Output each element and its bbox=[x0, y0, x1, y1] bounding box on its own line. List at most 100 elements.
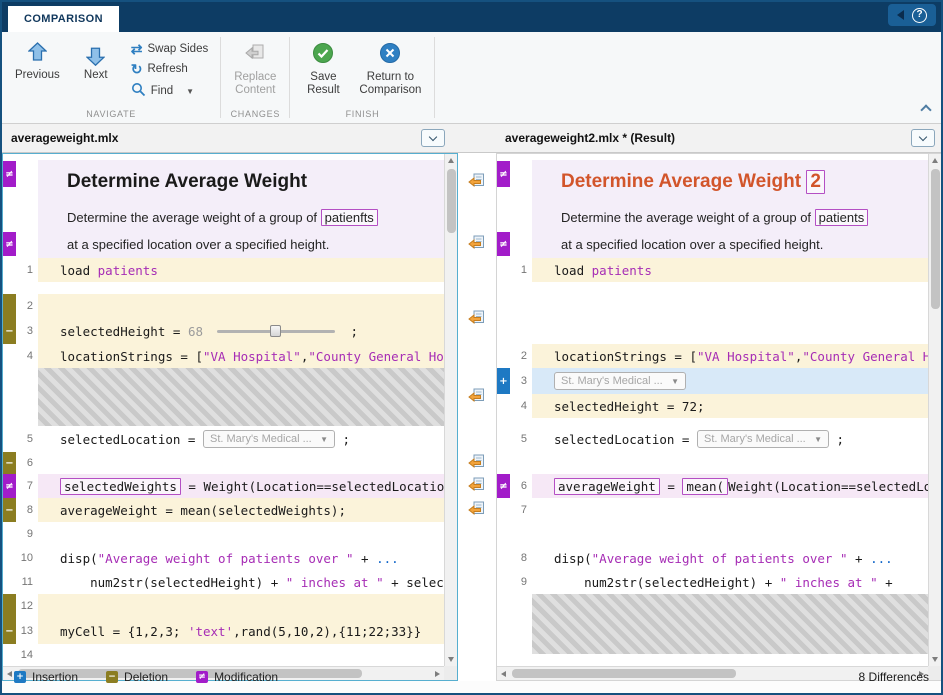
editor-row bbox=[497, 522, 928, 546]
chevron-down-icon[interactable]: ▼ bbox=[186, 87, 194, 96]
copy-change-button[interactable] bbox=[468, 388, 486, 404]
legend-insertion: + Insertion bbox=[14, 670, 78, 684]
editor-row: 1load patients bbox=[497, 258, 928, 282]
swap-sides-button[interactable]: ⇄ Swap Sides bbox=[127, 41, 212, 57]
chevron-down-icon bbox=[919, 132, 927, 140]
left-editor: ≠Determine Average WeightDetermine the a… bbox=[3, 154, 444, 666]
code-line: locationStrings = ["VA Hospital","County… bbox=[532, 344, 928, 368]
marker-column bbox=[3, 426, 16, 452]
copy-change-button[interactable] bbox=[468, 173, 486, 189]
code-segment: ; bbox=[829, 432, 844, 447]
scrollbar-thumb[interactable] bbox=[447, 169, 456, 233]
copy-change-button[interactable] bbox=[468, 454, 486, 470]
code-segment: Weight(Location==selectedLocation & Heig… bbox=[728, 479, 928, 494]
editor-row: −3selectedHeight = 68 ; bbox=[3, 318, 444, 344]
titlebar: COMPARISON ? bbox=[2, 2, 941, 32]
chevron-down-icon: ▼ bbox=[671, 377, 679, 386]
diff-marker-mod: ≠ bbox=[3, 232, 16, 256]
editor-row: Determine the average weight of a group … bbox=[497, 204, 928, 231]
code-segment: "Average weight of patients over " bbox=[98, 551, 354, 566]
slider-thumb[interactable] bbox=[270, 325, 281, 337]
left-pane-menu-button[interactable] bbox=[421, 129, 445, 147]
scrollbar-corner bbox=[928, 666, 941, 680]
right-vertical-scrollbar[interactable] bbox=[928, 154, 941, 666]
help-icon[interactable]: ? bbox=[912, 8, 927, 23]
scroll-left-button[interactable] bbox=[497, 667, 510, 680]
code-segment: patients bbox=[592, 263, 652, 278]
line-number: 13 bbox=[16, 618, 38, 644]
code-segment: = bbox=[660, 479, 683, 494]
code-line: disp("Average weight of patients over " … bbox=[38, 546, 444, 570]
dropdown-value: St. Mary's Medical ... bbox=[704, 433, 806, 445]
scrollbar-thumb[interactable] bbox=[931, 169, 940, 309]
header-gap bbox=[458, 124, 496, 152]
right-pane-header: averageweight2.mlx * (Result) bbox=[496, 124, 941, 152]
marker-column: ≠ bbox=[497, 160, 510, 204]
comparison-window: COMPARISON ? Previous bbox=[0, 0, 943, 695]
scroll-up-button[interactable] bbox=[445, 154, 457, 167]
line-number: 1 bbox=[16, 258, 38, 282]
left-pane: ≠Determine Average WeightDetermine the a… bbox=[2, 153, 458, 681]
legend-deletion-label: Deletion bbox=[124, 670, 168, 684]
replace-content-icon bbox=[244, 42, 266, 68]
save-result-button[interactable]: SaveResult bbox=[298, 39, 348, 101]
code-segment: load bbox=[60, 263, 98, 278]
arrow-up-icon bbox=[28, 42, 47, 66]
code-segment: disp( bbox=[60, 551, 98, 566]
editor-row: ≠at a specified location over a specifie… bbox=[3, 231, 444, 258]
code-segment: ; bbox=[343, 324, 358, 339]
replace-content-button[interactable]: ReplaceContent bbox=[229, 39, 281, 101]
tab-comparison[interactable]: COMPARISON bbox=[8, 6, 119, 32]
line-number: 3 bbox=[16, 318, 38, 344]
code-line: St. Mary's Medical ...▼ bbox=[532, 368, 928, 394]
marker-column: − bbox=[3, 318, 16, 344]
copy-change-button[interactable] bbox=[468, 235, 486, 251]
left-vertical-scrollbar[interactable] bbox=[444, 154, 457, 666]
line-number: 6 bbox=[16, 452, 38, 474]
merge-arrow-icon bbox=[468, 454, 485, 469]
slider-control[interactable] bbox=[217, 323, 335, 339]
help-group[interactable]: ? bbox=[888, 4, 936, 26]
marker-column: − bbox=[3, 452, 16, 474]
previous-button[interactable]: Previous bbox=[10, 39, 65, 85]
dropdown-control[interactable]: St. Mary's Medical ...▼ bbox=[554, 372, 686, 390]
editor-row: 1 load patients bbox=[3, 258, 444, 282]
code-line bbox=[532, 498, 928, 522]
line-number bbox=[16, 204, 38, 231]
diff-token: patienfts bbox=[321, 209, 378, 226]
marker-column bbox=[3, 546, 16, 570]
code-segment: , bbox=[301, 349, 309, 364]
find-button[interactable]: Find ▼ bbox=[127, 81, 212, 101]
replace-label: ReplaceContent bbox=[234, 71, 276, 97]
scroll-up-button[interactable] bbox=[929, 154, 941, 167]
refresh-button[interactable]: ↻ Refresh bbox=[127, 61, 212, 77]
dropdown-control[interactable]: St. Mary's Medical ...▼ bbox=[203, 430, 335, 448]
code-segment: patients bbox=[98, 263, 158, 278]
next-button[interactable]: Next bbox=[71, 39, 121, 85]
copy-change-button[interactable] bbox=[468, 477, 486, 493]
modification-icon: ≠ bbox=[196, 671, 208, 683]
copy-change-button[interactable] bbox=[468, 310, 486, 326]
line-number bbox=[510, 160, 532, 204]
merge-arrow-icon bbox=[468, 388, 485, 403]
left-file-title: averageweight.mlx bbox=[11, 131, 118, 145]
marker-column bbox=[497, 570, 510, 594]
dropdown-control[interactable]: St. Mary's Medical ...▼ bbox=[697, 430, 829, 448]
return-to-comparison-button[interactable]: Return toComparison bbox=[354, 39, 426, 101]
right-pane-menu-button[interactable] bbox=[911, 129, 935, 147]
code-segment: num2str(selectedHeight) + bbox=[60, 575, 286, 590]
refresh-label: Refresh bbox=[147, 63, 187, 75]
line-number bbox=[510, 594, 532, 654]
editor-row bbox=[497, 282, 928, 344]
marker-column bbox=[3, 294, 16, 318]
scroll-down-button[interactable] bbox=[445, 653, 457, 666]
editor-row: ≠Determine Average Weight 2 bbox=[497, 160, 928, 204]
scrollbar-thumb[interactable] bbox=[512, 669, 736, 678]
code-segment: Determine the average weight of a group … bbox=[561, 210, 815, 225]
scroll-right-button[interactable] bbox=[431, 667, 444, 680]
collapse-toolstrip-icon[interactable] bbox=[920, 104, 931, 115]
code-line: selectedWeights = Weight(Location==selec… bbox=[38, 474, 444, 498]
scroll-down-button[interactable] bbox=[929, 653, 941, 666]
copy-change-button[interactable] bbox=[468, 501, 486, 517]
code-segment: "Average weight of patients over " bbox=[592, 551, 848, 566]
